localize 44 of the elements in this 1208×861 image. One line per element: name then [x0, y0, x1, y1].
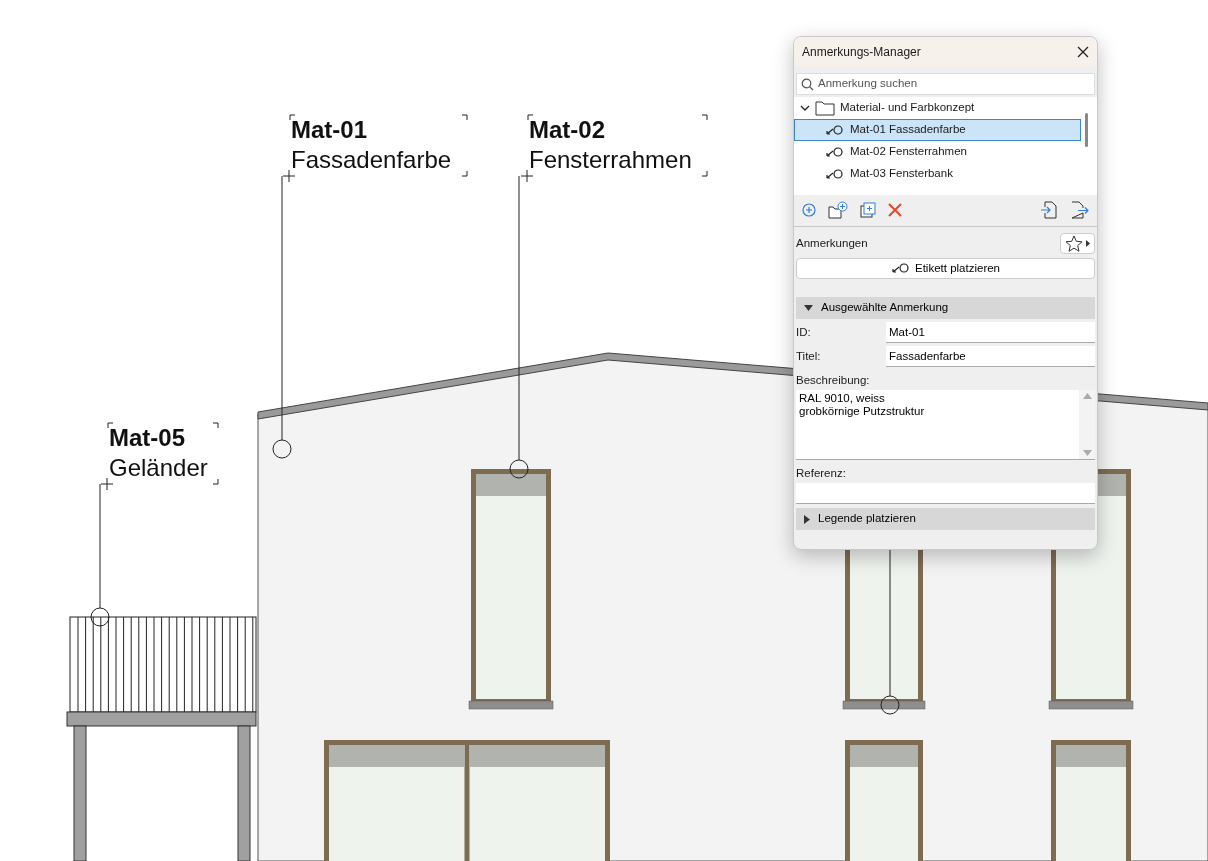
section-label: Anmerkungen: [796, 235, 868, 251]
tag-icon: [825, 146, 845, 158]
input-field[interactable]: Mat-01: [886, 322, 1095, 343]
import-icon[interactable]: [1040, 201, 1058, 219]
place-tag-button[interactable]: Etikett platzieren: [796, 258, 1095, 279]
tag-icon: [825, 168, 845, 180]
field-label: ID:: [796, 324, 812, 340]
folder-icon: [815, 100, 835, 116]
section-header[interactable]: Legende platzieren: [796, 508, 1095, 530]
callout-title: Geländer: [109, 454, 208, 482]
field-label: Titel:: [796, 348, 822, 364]
folder-add-icon[interactable]: [828, 201, 848, 219]
caret-icon: [1086, 240, 1090, 247]
panel-title: Anmerkungs-Manager: [802, 44, 921, 61]
section-header[interactable]: Ausgewählte Anmerkung: [796, 297, 1095, 319]
delete-icon[interactable]: [888, 203, 902, 217]
scroll-down-icon[interactable]: [1082, 450, 1092, 456]
star-icon: [1065, 235, 1083, 252]
callout-title: Fassadenfarbe: [291, 146, 452, 174]
tag-icon: [891, 263, 911, 274]
annotation-item[interactable]: Mat-02 Fensterrahmen: [794, 141, 1081, 163]
field-label: Beschreibung:: [796, 373, 871, 388]
scrollbar-thumb[interactable]: [1085, 113, 1088, 147]
duplicate-icon[interactable]: [860, 202, 876, 218]
caret-icon: [804, 514, 810, 524]
close-button[interactable]: [1077, 46, 1089, 58]
input-field[interactable]: Fassadenfarbe: [886, 346, 1095, 367]
search-field[interactable]: Anmerkung suchen: [796, 73, 1095, 95]
callout-title: Fensterrahmen: [529, 146, 692, 174]
export-icon[interactable]: [1070, 201, 1089, 219]
callout-id: Mat-02: [529, 116, 606, 144]
callout-id: Mat-05: [109, 424, 186, 452]
input-field[interactable]: [796, 483, 1095, 504]
caret-icon: [804, 305, 813, 311]
scroll-up-icon[interactable]: [1082, 393, 1092, 399]
tag-icon: [825, 124, 845, 136]
add-icon[interactable]: [802, 203, 816, 217]
annotation-item[interactable]: Mat-01 Fassadenfarbe: [794, 119, 1081, 141]
callout-id: Mat-01: [291, 116, 368, 144]
field-label: Referenz:: [796, 466, 847, 481]
favorites-button[interactable]: [1060, 233, 1095, 254]
folder-item[interactable]: Material- und Farbkonzept: [794, 97, 1097, 119]
annotation-item[interactable]: Mat-03 Fensterbank: [794, 163, 1081, 185]
search-icon: [801, 77, 814, 91]
